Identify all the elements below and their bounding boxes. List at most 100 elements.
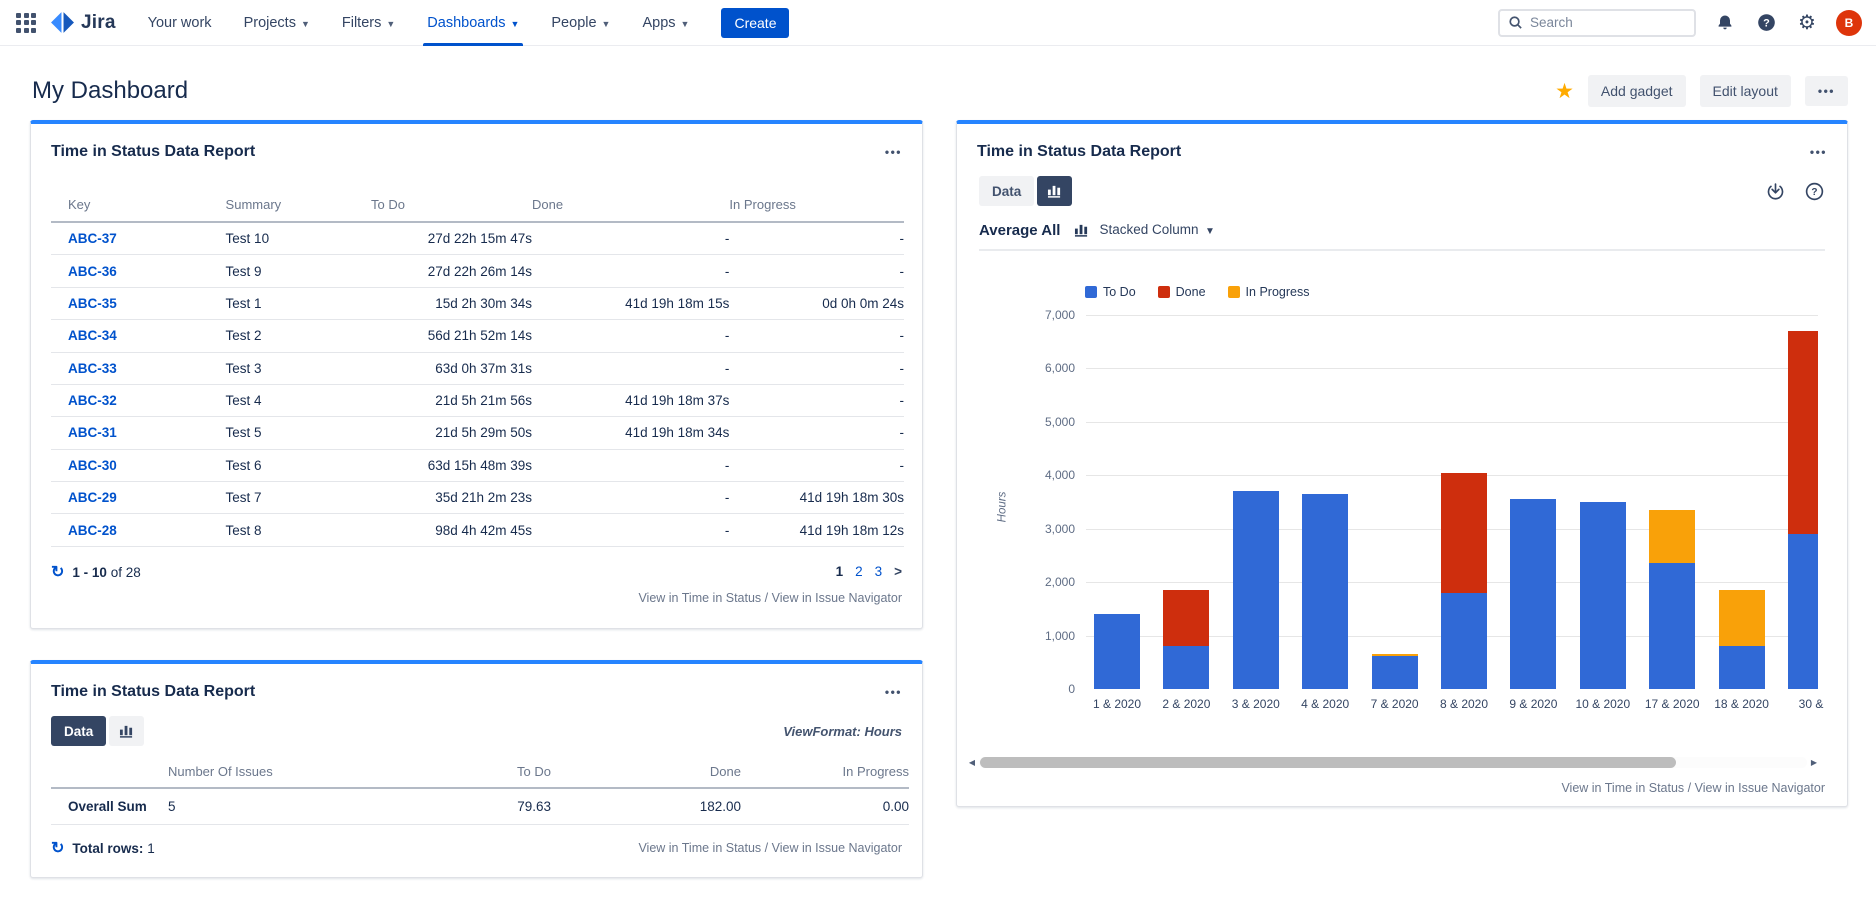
search-input[interactable]	[1530, 15, 1670, 30]
nav-item-dashboards[interactable]: Dashboards▼	[423, 0, 523, 46]
summary-done: 182.00	[551, 788, 741, 825]
gadget-time-in-status-issues: Time in Status Data Report ••• Key Summa…	[30, 120, 923, 629]
issue-key-link[interactable]: ABC-30	[68, 458, 117, 473]
page-1[interactable]: 1	[836, 564, 844, 579]
issue-row: ABC-33Test 363d 0h 37m 31s--	[51, 352, 904, 384]
bar-segment-to-do[interactable]	[1302, 494, 1348, 689]
scroll-right-icon[interactable]: ▶	[1809, 758, 1819, 767]
bar-segment-to-do[interactable]	[1649, 563, 1695, 689]
dashboard-more-button[interactable]: •••	[1805, 76, 1848, 106]
bar-segment-to-do[interactable]	[1510, 499, 1556, 689]
issue-key-link[interactable]: ABC-32	[68, 393, 117, 408]
issue-key-link[interactable]: ABC-33	[68, 361, 117, 376]
col-header-todo: To Do	[371, 191, 532, 222]
issue-key-link[interactable]: ABC-29	[68, 490, 117, 505]
bar-segment-to-do[interactable]	[1719, 646, 1765, 689]
chart-type-select[interactable]: Stacked Column ▼	[1099, 221, 1214, 239]
issue-in-progress-time: 41d 19h 18m 12s	[729, 514, 904, 546]
issue-key-link[interactable]: ABC-37	[68, 231, 117, 246]
refresh-icon[interactable]: ↻	[51, 564, 64, 581]
jira-logo[interactable]: Jira	[50, 10, 116, 35]
issue-key-link[interactable]: ABC-35	[68, 296, 117, 311]
create-button[interactable]: Create	[721, 8, 789, 38]
scrollbar-thumb[interactable]	[980, 757, 1676, 768]
link-separator: /	[761, 841, 771, 855]
issue-in-progress-time: -	[729, 417, 904, 449]
issue-done-time: -	[532, 320, 729, 352]
scroll-left-icon[interactable]: ◀	[967, 758, 977, 767]
next-page-button[interactable]: >	[894, 564, 902, 579]
issue-in-progress-time: -	[729, 222, 904, 255]
gadget-more-button[interactable]: •••	[885, 145, 902, 159]
chart-view-tab[interactable]	[1037, 176, 1072, 206]
bar-segment-to-do[interactable]	[1441, 593, 1487, 689]
col-header-key: Key	[51, 191, 226, 222]
nav-item-projects[interactable]: Projects▼	[240, 0, 314, 46]
x-axis-label: 4 & 2020	[1290, 697, 1360, 711]
bar-segment-to-do[interactable]	[1094, 614, 1140, 689]
notifications-bell-icon[interactable]	[1713, 11, 1737, 35]
edit-layout-button[interactable]: Edit layout	[1700, 75, 1791, 107]
nav-item-people[interactable]: People▼	[547, 0, 614, 46]
favorite-star-icon[interactable]: ★	[1555, 81, 1574, 102]
bar-segment-in-progress[interactable]	[1719, 590, 1765, 646]
chart-horizontal-scrollbar[interactable]: ◀ ▶	[967, 756, 1819, 769]
search-icon	[1508, 15, 1523, 30]
col-header-in-progress: In Progress	[729, 191, 904, 222]
legend-label: In Progress	[1246, 285, 1310, 299]
chart-view-tab[interactable]	[109, 716, 144, 746]
gadget-more-button[interactable]: •••	[1810, 145, 1827, 159]
issue-key-link[interactable]: ABC-36	[68, 264, 117, 279]
issue-key-link[interactable]: ABC-34	[68, 328, 117, 343]
scrollbar-track[interactable]	[979, 757, 1807, 768]
bar-segment-to-do[interactable]	[1580, 502, 1626, 689]
bar-segment-to-do[interactable]	[1233, 491, 1279, 689]
add-gadget-button[interactable]: Add gadget	[1588, 75, 1686, 107]
issue-key-link[interactable]: ABC-31	[68, 425, 117, 440]
chart-help-icon[interactable]: ?	[1804, 181, 1825, 202]
issue-todo-time: 15d 2h 30m 34s	[371, 287, 532, 319]
issue-key-link[interactable]: ABC-28	[68, 523, 117, 538]
legend-swatch	[1085, 286, 1097, 298]
refresh-icon[interactable]: ↻	[51, 840, 64, 857]
footer-link-1[interactable]: View in Time in Status	[1561, 781, 1684, 795]
nav-item-apps[interactable]: Apps▼	[638, 0, 693, 46]
x-axis-label: 17 & 2020	[1637, 697, 1707, 711]
bar-segment-to-do[interactable]	[1788, 534, 1818, 689]
footer-link-2[interactable]: View in Issue Navigator	[772, 841, 902, 855]
bar-segment-in-progress[interactable]	[1372, 654, 1418, 656]
legend-item-to-do[interactable]: To Do	[1085, 285, 1136, 299]
legend-item-done[interactable]: Done	[1158, 285, 1206, 299]
search-box[interactable]	[1498, 9, 1696, 37]
footer-link-2[interactable]: View in Issue Navigator	[772, 591, 902, 605]
data-view-tab[interactable]: Data	[979, 176, 1034, 206]
issue-done-time: -	[532, 222, 729, 255]
download-icon[interactable]	[1765, 181, 1786, 202]
bar-segment-done[interactable]	[1788, 331, 1818, 534]
avatar[interactable]: B	[1836, 10, 1862, 36]
bar-segment-done[interactable]	[1163, 590, 1209, 646]
bar-segment-to-do[interactable]	[1163, 646, 1209, 689]
footer-link-1[interactable]: View in Time in Status	[638, 841, 761, 855]
page-3[interactable]: 3	[875, 564, 883, 579]
x-axis-label: 9 & 2020	[1498, 697, 1568, 711]
help-icon[interactable]: ?	[1754, 11, 1778, 35]
x-axis-label: 7 & 2020	[1360, 697, 1430, 711]
gadget-more-button[interactable]: •••	[885, 685, 902, 699]
app-switcher-icon[interactable]	[16, 13, 36, 33]
bar-segment-done[interactable]	[1441, 473, 1487, 593]
legend-item-in-progress[interactable]: In Progress	[1228, 285, 1310, 299]
data-view-tab[interactable]: Data	[51, 716, 106, 746]
nav-item-your-work[interactable]: Your work	[144, 0, 216, 46]
issue-summary: Test 1	[226, 287, 371, 319]
settings-gear-icon[interactable]: ⚙	[1795, 11, 1819, 35]
issue-summary: Test 5	[226, 417, 371, 449]
jira-logo-text: Jira	[81, 12, 116, 34]
issue-done-time: -	[532, 352, 729, 384]
bar-segment-to-do[interactable]	[1372, 656, 1418, 689]
footer-link-1[interactable]: View in Time in Status	[638, 591, 761, 605]
footer-link-2[interactable]: View in Issue Navigator	[1695, 781, 1825, 795]
nav-item-filters[interactable]: Filters▼	[338, 0, 399, 46]
bar-segment-in-progress[interactable]	[1649, 510, 1695, 563]
page-2[interactable]: 2	[855, 564, 863, 579]
